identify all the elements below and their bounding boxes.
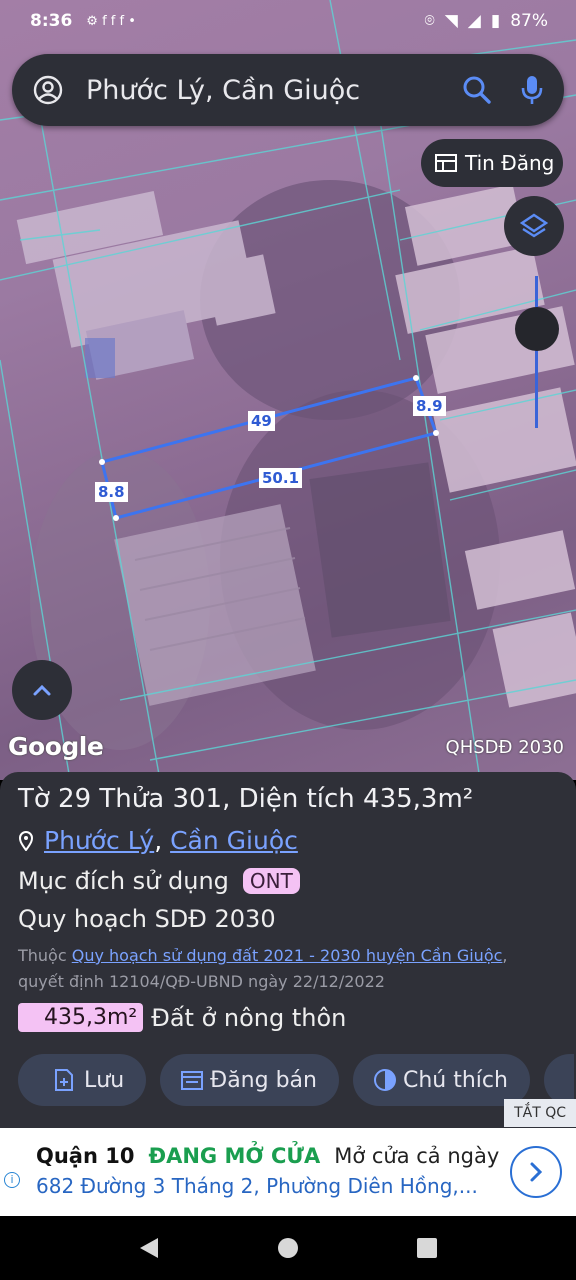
land-use-badge: ONT: [242, 868, 300, 894]
action-buttons: Lưu Đăng bán Chú thích: [18, 1054, 574, 1106]
plan-title: Quy hoạch SDĐ 2030: [18, 905, 276, 933]
tin-dang-label: Tin Đăng: [465, 151, 555, 175]
save-button[interactable]: Lưu: [18, 1054, 147, 1106]
opacity-slider-knob[interactable]: [515, 307, 559, 351]
ad-location: Quận 10: [36, 1144, 135, 1168]
ad-address: 682 Đường 3 Tháng 2, Phường Diên Hồng,..…: [36, 1174, 478, 1198]
layers-button[interactable]: [504, 196, 564, 256]
chevron-right-icon: [530, 1162, 543, 1182]
battery-icon: ▮: [490, 11, 501, 31]
opacity-slider-track[interactable]: [535, 276, 538, 428]
status-time: 8:36: [30, 11, 73, 31]
ward-link[interactable]: Phước Lý: [44, 826, 154, 855]
area-row: 435,3m² Đất ở nông thôn: [18, 1003, 558, 1032]
back-icon[interactable]: [138, 1236, 160, 1260]
notification-icons: ⚙ f f f •: [86, 13, 136, 29]
ad-status: ĐANG MỞ CỬA: [148, 1144, 321, 1168]
ad-open-button[interactable]: [510, 1146, 562, 1198]
tin-dang-button[interactable]: Tin Đăng: [421, 139, 563, 187]
expand-panel-button[interactable]: [12, 660, 72, 720]
district-link[interactable]: Cần Giuộc: [170, 826, 298, 855]
parcel-title: Tờ 29 Thửa 301, Diện tích 435,3m²: [18, 784, 474, 814]
navigation-bar: [0, 1216, 576, 1280]
close-ad-button[interactable]: TẮT QC: [504, 1099, 576, 1127]
parcel-info-panel: Tờ 29 Thửa 301, Diện tích 435,3m² Phước …: [0, 772, 576, 1128]
search-bar[interactable]: Phước Lý, Cần Giuộc: [12, 54, 564, 126]
chevron-up-icon: [33, 684, 51, 696]
dimension-top-label: 49: [248, 411, 275, 431]
table-icon: [435, 154, 457, 172]
plan-note: Thuộc Quy hoạch sử dụng đất 2021 - 2030 …: [18, 946, 508, 991]
plan-link[interactable]: Quy hoạch sử dụng đất 2021 - 2030 huyện …: [72, 946, 503, 965]
contrast-icon: [373, 1069, 396, 1091]
search-icon[interactable]: [462, 75, 492, 105]
info-icon[interactable]: i: [4, 1172, 20, 1188]
calendar-icon: [181, 1071, 204, 1090]
ad-hours: Mở cửa cả ngày: [334, 1144, 500, 1168]
layers-icon: [520, 213, 548, 238]
home-icon[interactable]: [276, 1236, 300, 1260]
parcel-location: Phước Lý, Cần Giuộc: [18, 826, 558, 855]
account-icon[interactable]: [32, 74, 64, 106]
ad-banner[interactable]: i Quận 10 ĐANG MỞ CỬA Mở cửa cả ngày 682…: [0, 1128, 576, 1216]
status-bar: 8:36 ⚙ f f f • ⌾ ◥ ◢ ▮ 87%: [0, 0, 576, 42]
location-pin-icon: [18, 830, 34, 851]
wifi-icon: ◥: [444, 11, 458, 31]
dimension-bottom-label: 50.1: [259, 468, 303, 488]
dimension-right-label: 8.9: [413, 396, 446, 416]
area-type: Đất ở nông thôn: [151, 1003, 347, 1032]
area-value: 435,3m²: [18, 1003, 144, 1032]
overlay-label: QHSDĐ 2030: [445, 737, 564, 758]
recents-icon[interactable]: [416, 1237, 438, 1259]
dimension-left-label: 8.8: [95, 482, 128, 502]
google-logo: Google: [8, 732, 104, 761]
land-use-label: Mục đích sử dụng: [18, 867, 229, 895]
signal-icon: ◢: [467, 11, 481, 31]
search-input[interactable]: Phước Lý, Cần Giuộc: [86, 75, 462, 106]
microphone-icon[interactable]: [520, 74, 544, 106]
battery-percent: 87%: [510, 11, 548, 31]
post-for-sale-button[interactable]: Đăng bán: [160, 1054, 339, 1106]
land-use-row: Mục đích sử dụng ONT: [18, 867, 558, 895]
document-add-icon: [55, 1069, 73, 1091]
location-icon: ⌾: [424, 11, 435, 31]
